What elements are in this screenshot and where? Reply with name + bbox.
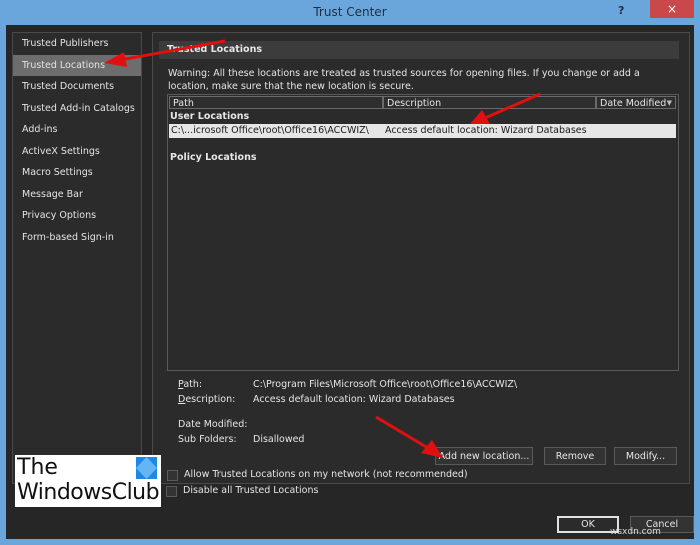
sidebar-item-add-ins[interactable]: Add-ins [13,119,141,141]
section-title: Trusted Locations [159,41,679,59]
row-description: Access default location: Wizard Database… [385,125,587,136]
detail-subfolders-label: Sub Folders: [178,434,237,445]
sidebar-item-trusted-locations[interactable]: Trusted Locations [13,54,141,76]
window-title: Trust Center [313,5,387,19]
sidebar-item-message-bar[interactable]: Message Bar [13,184,141,206]
sidebar-item-trusted-documents[interactable]: Trusted Documents [13,76,141,98]
detail-description-label: Description: [178,394,236,405]
group-policy-locations: Policy Locations [170,152,257,163]
detail-description-value: Access default location: Wizard Database… [253,394,455,405]
sidebar-item-trusted-add-in-catalogs[interactable]: Trusted Add-in Catalogs [13,98,141,120]
detail-subfolders-value: Disallowed [253,434,305,445]
sort-chevron-down-icon: ▼ [666,99,672,107]
sidebar-item-activex-settings[interactable]: ActiveX Settings [13,141,141,163]
windows-flag-icon [136,457,157,479]
modify-button[interactable]: Modify... [614,447,677,465]
sidebar-item-macro-settings[interactable]: Macro Settings [13,162,141,184]
watermark: wsxdn.com [610,527,661,537]
column-header-date-modified[interactable]: Date Modified ▼ [596,96,676,109]
title-bar: Trust Center ? × [0,0,700,25]
detail-path-value: C:\Program Files\Microsoft Office\root\O… [253,379,518,390]
column-header-path[interactable]: Path [169,96,383,109]
logo-line-1: The [17,455,58,480]
detail-date-modified-label: Date Modified: [178,419,248,430]
remove-button[interactable]: Remove [544,447,606,465]
allow-network-label[interactable]: Allow Trusted Locations on my network (n… [184,469,468,480]
trusted-locations-list[interactable]: Path Description Date Modified ▼ User Lo… [167,94,679,371]
sidebar-item-privacy-options[interactable]: Privacy Options [13,205,141,227]
sidebar: Trusted Publishers Trusted Locations Tru… [12,32,142,484]
sidebar-item-form-based-sign-in[interactable]: Form-based Sign-in [13,227,141,249]
row-path: C:\...icrosoft Office\root\Office16\ACCW… [171,125,369,136]
group-user-locations: User Locations [170,111,250,122]
main-panel: Trusted Locations Warning: All these loc… [152,32,690,484]
disable-all-checkbox[interactable] [166,486,177,497]
sidebar-item-trusted-publishers[interactable]: Trusted Publishers [13,33,141,55]
column-header-description[interactable]: Description [383,96,596,109]
column-header-date-modified-label: Date Modified [600,98,667,109]
logo-line-2: WindowsClub [17,480,160,505]
allow-network-checkbox[interactable] [167,470,178,481]
disable-all-label[interactable]: Disable all Trusted Locations [183,485,318,496]
warning-text: Warning: All these locations are treated… [168,68,640,92]
add-new-location-button[interactable]: Add new location... [435,447,533,465]
detail-path-label: Path: [178,379,203,390]
table-row[interactable]: C:\...icrosoft Office\root\Office16\ACCW… [169,124,676,138]
help-button[interactable]: ? [618,4,624,17]
windowsclub-logo: The WindowsClub [15,455,161,507]
close-button[interactable]: × [650,0,694,18]
